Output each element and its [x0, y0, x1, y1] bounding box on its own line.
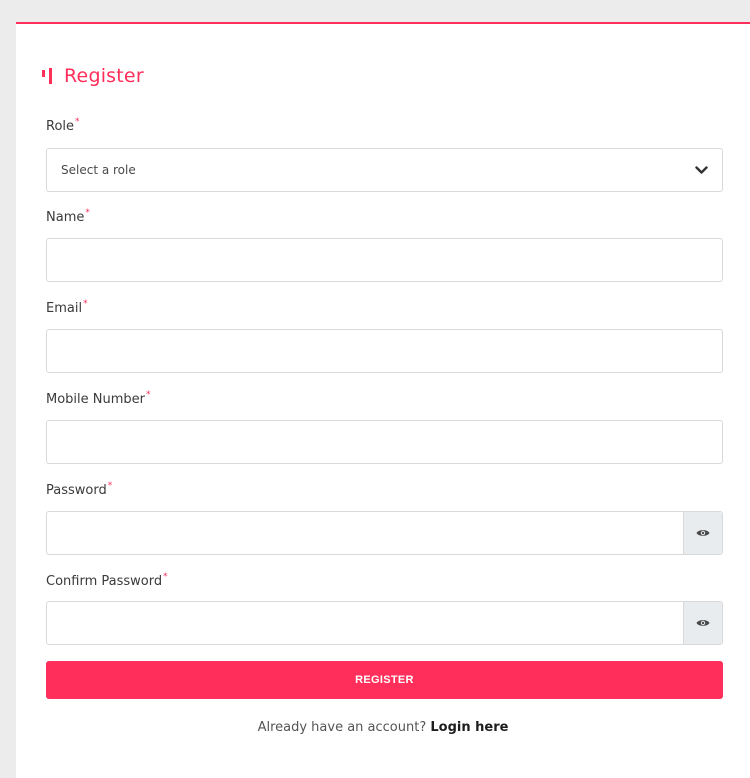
- email-label-text: Email: [46, 301, 83, 316]
- role-label-text: Role: [46, 119, 75, 134]
- register-card: Register Role* Select a role Name* Email…: [16, 22, 750, 778]
- login-link[interactable]: Login here: [430, 720, 508, 735]
- required-marker: *: [163, 572, 168, 582]
- password-label: Password*: [46, 481, 113, 498]
- register-button[interactable]: REGISTER: [46, 661, 723, 699]
- confirm-password-field[interactable]: [46, 601, 723, 645]
- login-prompt-text: Already have an account?: [257, 720, 427, 735]
- page-title: Register: [64, 65, 144, 87]
- role-select-value: Select a role: [61, 163, 136, 177]
- login-prompt: Already have an account? Login here: [16, 720, 750, 735]
- name-input[interactable]: [47, 239, 722, 281]
- confirm-password-label: Confirm Password*: [46, 572, 168, 589]
- role-label: Role*: [46, 117, 80, 134]
- email-field[interactable]: [46, 329, 723, 373]
- password-input[interactable]: [47, 512, 683, 554]
- eye-icon: [696, 530, 710, 536]
- show-confirm-password-toggle[interactable]: [683, 602, 722, 644]
- chevron-down-icon: [695, 165, 708, 174]
- eye-icon: [696, 620, 710, 626]
- email-label: Email*: [46, 299, 88, 316]
- required-marker: *: [146, 390, 151, 400]
- required-marker: *: [75, 117, 80, 127]
- confirm-password-label-text: Confirm Password: [46, 574, 163, 589]
- title-accent-icon: [42, 68, 52, 84]
- mobile-input[interactable]: [47, 421, 722, 463]
- name-label: Name*: [46, 208, 90, 225]
- mobile-label-text: Mobile Number: [46, 392, 145, 407]
- required-marker: *: [85, 208, 90, 218]
- mobile-label: Mobile Number*: [46, 390, 151, 407]
- email-input[interactable]: [47, 330, 722, 372]
- confirm-password-input[interactable]: [47, 602, 683, 644]
- required-marker: *: [107, 481, 113, 491]
- password-field[interactable]: [46, 511, 723, 555]
- mobile-field[interactable]: [46, 420, 723, 464]
- required-marker: *: [83, 299, 88, 309]
- name-field[interactable]: [46, 238, 723, 282]
- password-label-text: Password: [46, 483, 107, 498]
- name-label-text: Name: [46, 210, 85, 225]
- role-select[interactable]: Select a role: [46, 148, 723, 192]
- form-header: Register: [42, 64, 144, 88]
- show-password-toggle[interactable]: [683, 512, 722, 554]
